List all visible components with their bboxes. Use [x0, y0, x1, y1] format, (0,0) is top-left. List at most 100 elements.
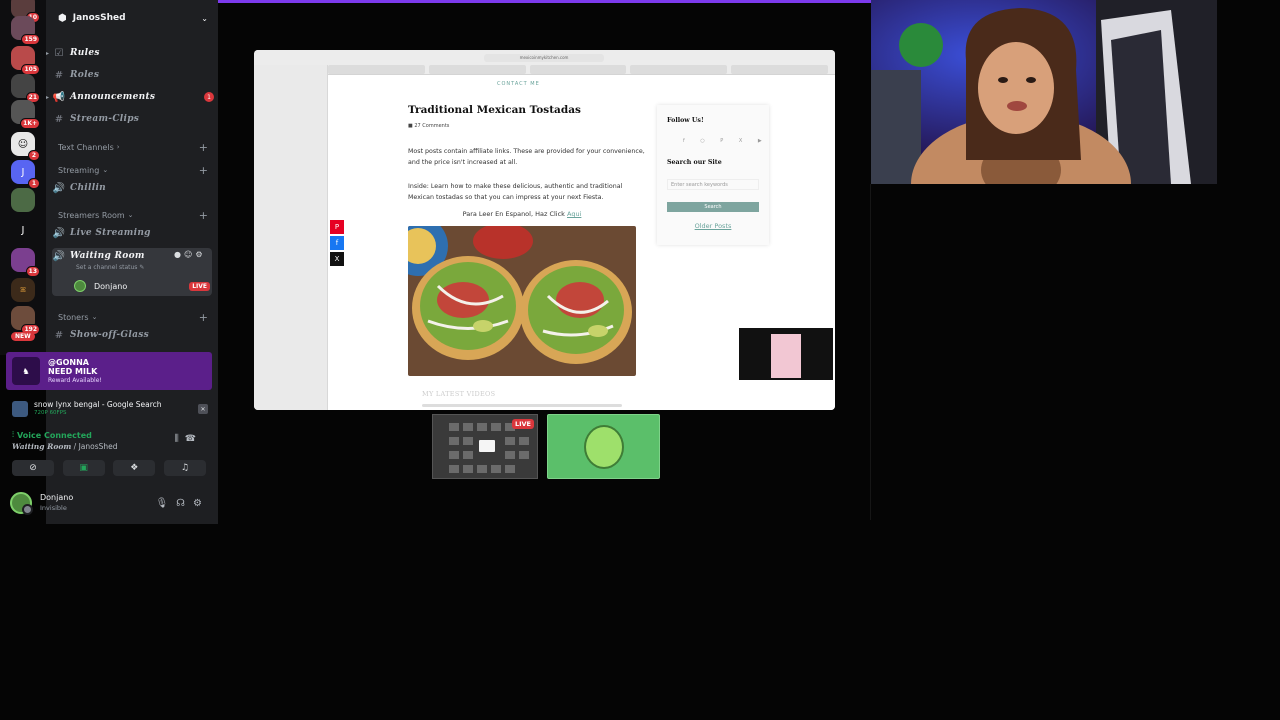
site-search-input[interactable]: Enter search keywords [667, 179, 759, 190]
comments-link[interactable]: ■ 27 Comments [408, 123, 449, 129]
unread-count-badge: 1 [204, 92, 214, 102]
channel-show-off-glass[interactable]: # Show-off-Glass [52, 326, 214, 344]
pinterest-icon[interactable]: P [330, 220, 344, 234]
headphones-icon[interactable]: ☊ [176, 498, 193, 509]
microphone-icon[interactable]: 🎙 [155, 498, 176, 509]
shared-screen[interactable]: mexicoinmykitchen.com CONTACT ME Traditi… [254, 50, 835, 410]
channel-label: Show-off-Glass [70, 330, 149, 340]
chevron-down-icon: ⌄ [127, 211, 134, 219]
voice-channel-live-streaming[interactable]: 🔊 Live Streaming [52, 224, 214, 242]
tostadas-illustration [408, 226, 636, 376]
server-badge: 1K+ [20, 118, 40, 129]
spanish-link-line: Para Leer En Espanol, Haz Click Aqui [408, 210, 636, 218]
post-title: Traditional Mexican Tostadas [408, 104, 581, 116]
category-label: Streamers Room [58, 210, 125, 220]
screen-share-button[interactable]: ▣ [62, 460, 105, 476]
address-bar[interactable]: mexicoinmykitchen.com [484, 54, 604, 62]
server-badge: 2 [28, 150, 40, 161]
browser-tab[interactable] [328, 65, 425, 74]
browser-tab[interactable] [529, 65, 627, 74]
voice-channel-chillin[interactable]: 🔊 Chillin [52, 179, 214, 197]
browser-tab[interactable] [731, 65, 828, 74]
server-badge: 159 [21, 34, 40, 45]
server-icon[interactable]: 105 [11, 46, 40, 75]
avatar [584, 425, 624, 469]
server-icon[interactable]: 192 [11, 306, 40, 335]
category-stoners[interactable]: Stoners ⌄ + [58, 310, 208, 324]
facebook-icon[interactable]: f [330, 236, 344, 250]
server-icon[interactable]: J1 [11, 160, 40, 189]
add-channel-icon[interactable]: + [199, 141, 208, 154]
server-rail: 10 159 105 21 1K+ ☺ 2 J1 J 13 ꕤ 192 [0, 0, 46, 355]
comments-count: 27 Comments [414, 123, 450, 129]
server-icon[interactable]: 1K+ [11, 100, 40, 129]
camera-off-button[interactable]: ⊘ [12, 460, 54, 476]
server-icon[interactable]: 159 [11, 16, 40, 45]
channel-stream-clips[interactable]: # Stream-Clips [52, 110, 214, 128]
server-icon-small: ⬢ [58, 12, 67, 24]
site-search-button[interactable]: Search [667, 202, 759, 212]
older-posts-link[interactable]: Older Posts [667, 222, 759, 230]
gear-icon[interactable]: ⚙ [193, 498, 210, 509]
server-icon[interactable]: ☺ 2 [11, 132, 40, 161]
screen-share-icon [12, 401, 28, 417]
user-panel: Donjano Invisible 🎙☊⚙ [6, 488, 212, 518]
category-streamers-room[interactable]: Streamers Room ⌄ + [58, 208, 208, 222]
speaker-icon: 🔊 [52, 250, 66, 262]
user-status: Invisible [40, 504, 67, 512]
social-icons[interactable]: f ○ P X ▶ [683, 138, 769, 144]
server-icon[interactable]: 13 [11, 248, 40, 277]
server-header[interactable]: ⬢ JanosShed ⌄ [46, 0, 218, 36]
server-badge: 13 [25, 266, 40, 277]
stream-preview-screen[interactable]: LIVE [432, 414, 538, 479]
spanish-text: Para Leer En Espanol, Haz Click [462, 210, 565, 218]
channel-label: Rules [70, 48, 100, 58]
server-name: JanosShed [72, 13, 126, 23]
channel-rules[interactable]: ▸ ☑ Rules [46, 44, 214, 62]
add-channel-icon[interactable]: + [199, 311, 208, 324]
participant-tile[interactable] [547, 414, 660, 479]
voice-status-text: Voice Connected [17, 430, 92, 440]
browser-tab[interactable] [428, 65, 526, 74]
noise-suppression-icon[interactable]: ⫼ [175, 434, 185, 444]
contact-link[interactable]: CONTACT ME [497, 81, 540, 87]
add-channel-icon[interactable]: + [199, 164, 208, 177]
add-user-icon[interactable]: ☺ [184, 250, 195, 259]
channel-status-prompt[interactable]: Set a channel status ✎ [76, 264, 144, 271]
avatar[interactable] [10, 492, 33, 515]
category-text-channels[interactable]: Text Channels › + [58, 140, 208, 154]
category-streaming[interactable]: Streaming ⌄ + [58, 163, 208, 177]
tostadas-photo [408, 226, 636, 376]
screen-share-activity[interactable]: snow lynx bengal - Google Search 720P 60… [6, 396, 212, 422]
channel-announcements[interactable]: ▸ 📢 Announcements 1 [46, 88, 214, 106]
live-badge: LIVE [511, 419, 534, 429]
chevron-down-icon: ⌄ [91, 313, 98, 321]
chevron-down-icon: ⌄ [102, 166, 109, 174]
channel-label: Chillin [70, 183, 107, 193]
server-icon[interactable]: J [11, 218, 35, 242]
server-icon[interactable]: 21 [11, 74, 40, 103]
server-icon[interactable]: ꕤ [11, 278, 35, 302]
disconnect-icon[interactable]: ☎ [185, 434, 202, 444]
gear-icon[interactable]: ⚙ [195, 250, 205, 259]
spanish-link[interactable]: Aqui [567, 210, 581, 218]
picture-in-picture-window[interactable] [739, 328, 833, 380]
voice-member[interactable]: Donjano LIVE [74, 278, 210, 294]
activities-button[interactable]: ❖ [113, 460, 156, 476]
avatar [74, 280, 86, 292]
server-badge: 1 [28, 178, 40, 189]
x-icon[interactable]: X [330, 252, 344, 266]
server-icon[interactable] [11, 188, 35, 212]
soundboard-button[interactable]: ♫ [163, 460, 206, 476]
chat-icon[interactable]: ● [174, 250, 184, 259]
live-badge: LIVE [189, 281, 210, 291]
new-pill[interactable]: NEW [11, 332, 35, 341]
stop-share-icon[interactable]: ✕ [198, 404, 208, 414]
reward-banner[interactable]: ♞ @GONNA NEED MILK Reward Available! [6, 352, 212, 390]
add-channel-icon[interactable]: + [199, 209, 208, 222]
monitor-icon [479, 440, 495, 452]
channel-label: Roles [70, 70, 100, 80]
channel-roles[interactable]: # Roles [52, 66, 214, 84]
horizontal-scrollbar[interactable] [422, 404, 622, 407]
browser-tab[interactable] [630, 65, 728, 74]
